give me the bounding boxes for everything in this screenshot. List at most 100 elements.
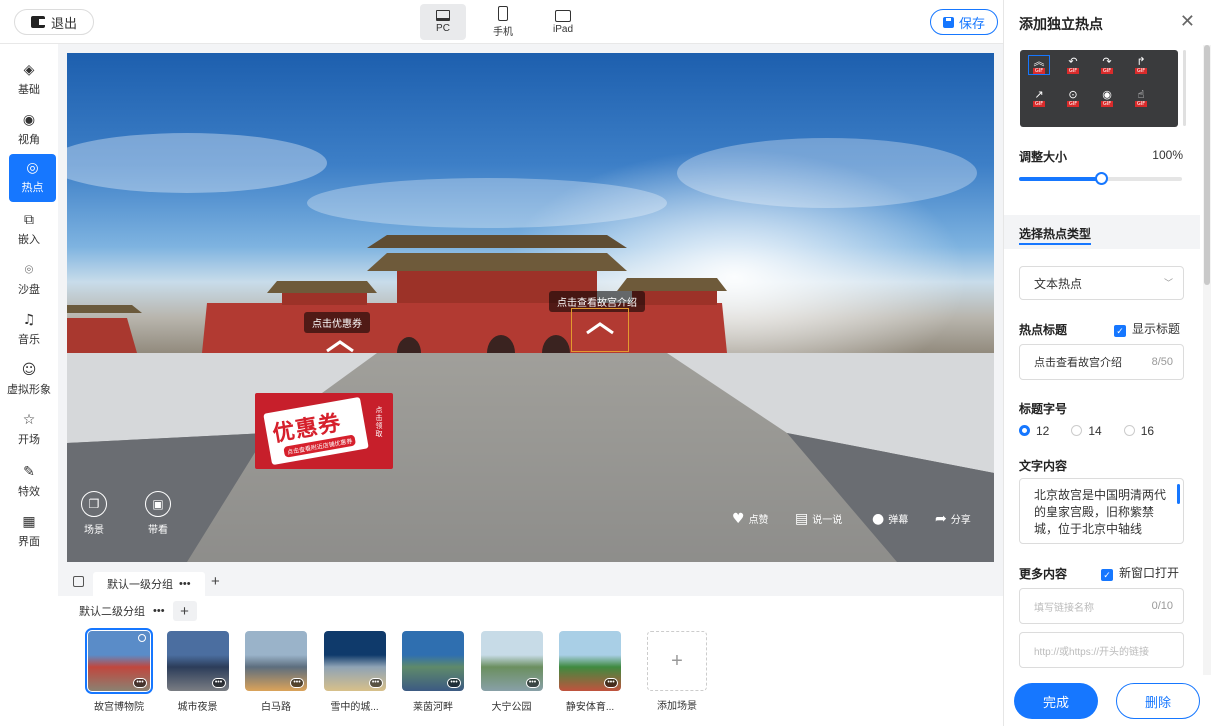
exit-button[interactable]: 退出 xyxy=(14,9,94,35)
nav-item-interface[interactable]: ▦ 界面 xyxy=(0,508,58,556)
hotspot-style-hand[interactable]: ☝ GIF xyxy=(1130,88,1152,108)
like-button[interactable]: ♥ 点赞 xyxy=(732,510,769,527)
uturn-right-icon: ↷ xyxy=(1102,55,1112,68)
scene-more-icon[interactable]: ••• xyxy=(604,678,618,688)
nav-item-embed[interactable]: ⧉ 嵌入 xyxy=(0,206,58,254)
more-content-label: 更多内容 xyxy=(1019,567,1068,581)
delete-button[interactable]: 删除 xyxy=(1116,683,1200,719)
danmaku-button[interactable]: ● 弹幕 xyxy=(872,511,908,527)
add-group-icon[interactable]: + xyxy=(211,573,220,590)
save-button[interactable]: 保存 xyxy=(930,9,998,35)
grid-icon: ▦ xyxy=(22,514,36,530)
font-size-option-14[interactable]: 14 xyxy=(1071,424,1102,438)
hotspot-coupon-label[interactable]: 点击优惠券 xyxy=(304,312,370,333)
guide-button[interactable]: ▣ 带看 xyxy=(145,491,171,536)
phone-icon xyxy=(498,6,508,21)
link-name-input[interactable]: 填写链接名称 0/10 xyxy=(1019,588,1184,624)
font-size-option-16[interactable]: 16 xyxy=(1123,424,1154,438)
scene-thumbnail-image: ••• xyxy=(480,631,543,691)
textarea-scrollbar[interactable] xyxy=(1177,484,1180,504)
nav-item-avatar[interactable]: ☺ 虚拟形象 xyxy=(0,356,58,404)
panorama-viewport[interactable]: 点击优惠券 点击查看故宫介绍 优惠券 点击查看附近店铺优惠券 点击领取 ❐ 场景… xyxy=(67,53,994,562)
new-window-checkbox[interactable]: ✓ 新窗口打开 xyxy=(1101,564,1179,581)
copy-icon[interactable] xyxy=(73,576,84,587)
scene-more-icon[interactable]: ••• xyxy=(290,678,304,688)
nav-item-basic[interactable]: ◈ 基础 xyxy=(0,56,58,104)
panel-scrollbar-thumb[interactable] xyxy=(1204,45,1210,285)
gif-tag: GIF xyxy=(1100,101,1114,107)
text-content-textarea[interactable]: 北京故宫是中国明清两代的皇家宫殿，旧称紫禁城，位于北京中轴线 xyxy=(1019,478,1184,544)
chevron-up-icon[interactable] xyxy=(324,339,356,353)
scene-more-icon[interactable]: ••• xyxy=(211,678,226,688)
nav-item-sandtable[interactable]: ⌾ 沙盘 xyxy=(0,256,58,304)
nav-item-hotspot[interactable]: ◎ 热点 xyxy=(9,154,56,202)
scene-thumbnail[interactable]: ••• 故宫博物院 xyxy=(85,628,153,713)
gif-tag: GIF xyxy=(1134,101,1148,107)
scene-thumbnail[interactable]: ••• 白马路 xyxy=(245,631,307,713)
nav-label: 虚拟形象 xyxy=(7,384,51,396)
device-ipad[interactable]: iPad xyxy=(540,4,586,40)
nav-item-opening[interactable]: ☆ 开场 xyxy=(0,406,58,454)
hotspot-type-select[interactable]: 文本热点 ﹀ xyxy=(1019,266,1184,300)
scenes-button[interactable]: ❐ 场景 xyxy=(81,491,107,536)
nav-label: 音乐 xyxy=(18,334,40,346)
scene-thumbnail-name: 大宁公园 xyxy=(491,702,532,713)
scene-thumbnail[interactable]: ••• 莱茵河畔 xyxy=(402,631,464,713)
chevron-up-icon[interactable] xyxy=(584,321,616,335)
add-scene-button[interactable]: + xyxy=(647,631,707,691)
scene-more-icon[interactable]: ••• xyxy=(525,678,540,688)
size-slider[interactable] xyxy=(1019,172,1182,185)
font-size-option-12[interactable]: 12 xyxy=(1019,424,1049,438)
checkbox-checked-icon: ✓ xyxy=(1114,325,1126,337)
heart-icon: ♥ xyxy=(732,510,745,527)
show-title-label: 显示标题 xyxy=(1132,322,1181,336)
top-bar: 退出 PC 手机 iPad 保存 xyxy=(0,0,1003,44)
done-button[interactable]: 完成 xyxy=(1014,683,1098,719)
add-scene-label: 添加场景 xyxy=(657,701,697,712)
share-button[interactable]: ➦ 分享 xyxy=(935,511,971,527)
hotspot-title-input[interactable]: 点击查看故宫介绍 8/50 xyxy=(1019,344,1184,380)
hotspot-style-uturn-right[interactable]: ↷ GIF xyxy=(1096,55,1118,75)
hotspot-icon-grid: ︽ GIF ↶ GIF ↷ GIF ↱ GIF ↗ GIF ⊙ GIF ◉ GIF ☝ GIF xyxy=(1020,50,1178,127)
subgroup-label[interactable]: 默认二级分组 xyxy=(79,603,145,619)
device-phone[interactable]: 手机 xyxy=(480,4,526,40)
hotspot-style-chevron[interactable]: ︽ GIF xyxy=(1028,55,1050,75)
scene-more-icon[interactable]: ••• xyxy=(133,678,147,688)
show-title-checkbox[interactable]: ✓ 显示标题 xyxy=(1114,320,1180,337)
gif-tag: GIF xyxy=(1100,68,1114,74)
device-phone-label: 手机 xyxy=(493,27,513,38)
tab-group-1[interactable]: 默认一级分组 ••• xyxy=(93,572,205,596)
hotspot-style-glow[interactable]: ◉ GIF xyxy=(1096,88,1118,108)
hotspot-style-uturn-left[interactable]: ↶ GIF xyxy=(1062,55,1084,75)
panel-scrollbar[interactable] xyxy=(1203,45,1211,675)
scene-more-icon[interactable]: ••• xyxy=(447,678,461,688)
link-url-input[interactable]: http://或https://开头的链接 xyxy=(1019,632,1184,668)
glow-circle-icon: ◉ xyxy=(1102,88,1112,101)
monitor-icon xyxy=(436,10,450,21)
hotspot-style-turn-right[interactable]: ↱ GIF xyxy=(1130,55,1152,75)
font-size-value: 14 xyxy=(1088,424,1102,438)
hotspot-style-dot[interactable]: ⊙ GIF xyxy=(1062,88,1084,108)
group-1-more-icon[interactable]: ••• xyxy=(179,578,191,590)
nav-item-view[interactable]: ◉ 视角 xyxy=(0,106,58,154)
scene-thumbnail[interactable]: ••• 静安体育... xyxy=(559,631,621,713)
nav-item-effects[interactable]: ✎ 特效 xyxy=(0,458,58,506)
add-subgroup-icon[interactable]: + xyxy=(172,601,197,621)
coupon-image-hotspot[interactable]: 优惠券 点击查看附近店铺优惠券 点击领取 xyxy=(255,393,393,469)
subgroup-more-icon[interactable]: ••• xyxy=(153,605,165,617)
comment-button[interactable]: ▤ 说一说 xyxy=(795,510,842,527)
scenes-label: 场景 xyxy=(84,525,104,536)
scene-thumbnail[interactable]: ••• 城市夜景 xyxy=(166,631,229,713)
size-slider-handle[interactable] xyxy=(1094,172,1108,185)
hotspot-icon: ◎ xyxy=(26,160,39,176)
text-content-value: 北京故宫是中国明清两代的皇家宫殿，旧称紫禁城，位于北京中轴线 xyxy=(1034,488,1167,536)
comment-icon: ▤ xyxy=(795,510,809,527)
scene-thumbnail[interactable]: ••• 大宁公园 xyxy=(480,631,543,713)
device-pc[interactable]: PC xyxy=(420,4,466,40)
nav-item-music[interactable]: ♫ 音乐 xyxy=(0,306,58,354)
scene-thumbnail[interactable]: ••• 雪中的城... xyxy=(323,631,386,713)
scene-more-icon[interactable]: ••• xyxy=(368,678,383,688)
hotspot-style-arrow-diagonal[interactable]: ↗ GIF xyxy=(1028,88,1050,108)
close-icon[interactable]: ✕ xyxy=(1180,11,1195,32)
icon-grid-scrollbar[interactable] xyxy=(1183,50,1186,126)
